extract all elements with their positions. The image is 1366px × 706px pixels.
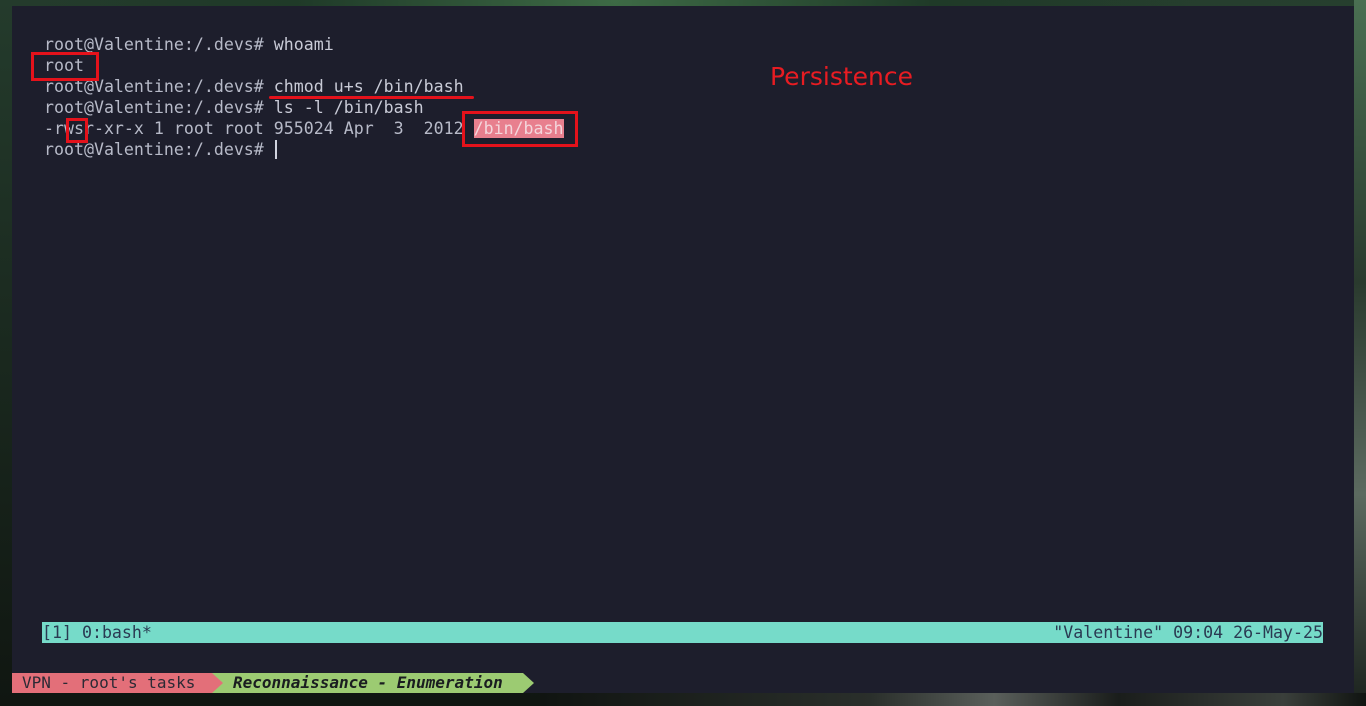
tmux-window-list[interactable]: [1] 0:bash* [42,622,152,643]
terminal-line: root@Valentine:/.devs# ls -l /bin/bash [44,97,424,118]
powerline-bar: VPN - root's tasks Reconnaissance - Enum… [12,673,534,693]
annotation-label: Persistence [770,62,913,91]
annotation-box-bin-bash [462,111,578,147]
command-text: chmod u+s /bin/bash [273,77,464,96]
annotation-box-suid-bit [66,118,88,143]
wallpaper-bottom-strip [540,693,1366,706]
segment-arrow-icon [523,673,534,693]
annotation-underline-chmod [269,96,474,99]
file-listing: -rwsr-xr-x 1 root root 955024 Apr 3 2012 [44,119,474,138]
wallpaper-edge [1354,0,1366,706]
tmux-session-info: "Valentine" 09:04 26-May-25 [1053,623,1323,642]
tmux-status-bar: [1] 0:bash* "Valentine" 09:04 26-May-25 [42,622,1323,643]
annotation-box-root [31,52,99,81]
vpn-segment: VPN - root's tasks [12,673,212,693]
segment-arrow-icon [212,673,223,693]
command-text: ls -l /bin/bash [273,98,424,117]
terminal-line: root@Valentine:/.devs# chmod u+s /bin/ba… [44,76,464,97]
task-segment: Reconnaissance - Enumeration [212,673,523,693]
text-cursor [274,140,277,159]
terminal-window[interactable]: root@Valentine:/.devs# whoami root root@… [12,6,1354,693]
shell-prompt: root@Valentine:/.devs# [44,98,274,117]
command-text: whoami [273,35,334,54]
